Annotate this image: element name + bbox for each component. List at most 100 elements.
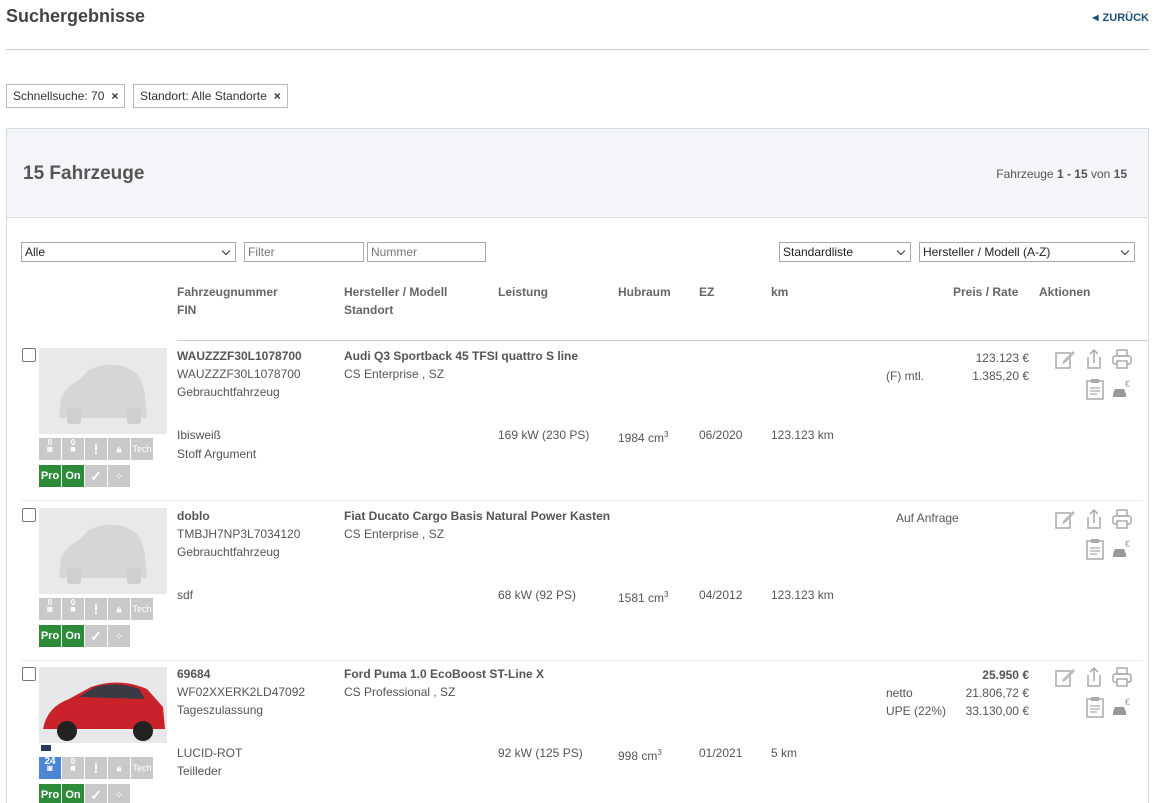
displacement-value: 1581 cm (618, 591, 665, 605)
results-count: 15 Fahrzeuge (23, 163, 145, 184)
vehicle-number[interactable]: WAUZZZF30L1078700 (177, 347, 302, 365)
vehicle-placeholder-image[interactable] (39, 508, 167, 594)
pager-prefix: Fahrzeuge (996, 167, 1057, 181)
chip-label: Standort: Alle Standorte (140, 89, 267, 103)
displacement-value: 998 cm (618, 749, 658, 763)
pro-badge[interactable]: Pro (39, 784, 61, 803)
vehicle-status: Gebrauchtfahrzeug (177, 385, 280, 399)
clipboard-icon[interactable] (1084, 378, 1106, 400)
vehicle-row[interactable]: 0 ◙ 0 ■! 🔒︎ Tech Pro On ✓ ⁘ doblo TMBJH7NP3L7034… (7, 501, 1148, 661)
edit-icon[interactable] (1054, 348, 1076, 370)
lock-icon[interactable]: 🔒︎ (108, 598, 130, 620)
row-checkbox[interactable] (22, 667, 36, 681)
remove-chip-icon[interactable]: × (111, 89, 118, 103)
photo-count: 0 (47, 438, 53, 447)
row-checkbox[interactable] (22, 508, 36, 522)
video-icon[interactable]: 0 ■ (62, 438, 84, 460)
vehicle-displacement: 1984 cm3 (618, 426, 668, 447)
clipboard-icon[interactable] (1084, 538, 1106, 560)
clipboard-icon[interactable] (1084, 696, 1106, 718)
pager-total: 15 (1113, 167, 1127, 181)
car-price-icon[interactable]: € (1111, 538, 1133, 560)
video-icon[interactable]: 0 ■ (62, 757, 84, 779)
vehicle-number[interactable]: 69684 (177, 665, 210, 683)
col-header-fahrzeugnummer: Fahrzeugnummer FIN (177, 283, 278, 319)
vehicle-model[interactable]: Fiat Ducato Cargo Basis Natural Power Ka… (344, 507, 610, 525)
header-divider (6, 49, 1149, 50)
col-fin-label: FIN (177, 303, 197, 317)
pager-range: 1 - 15 (1056, 167, 1088, 181)
edit-icon[interactable] (1054, 666, 1076, 688)
svg-text:€: € (1125, 539, 1130, 549)
back-link[interactable]: ◀ ZURÜCK (1092, 12, 1149, 24)
col-standort-label: Standort (344, 303, 394, 317)
share-icon[interactable] (1083, 348, 1105, 370)
vehicle-model[interactable]: Audi Q3 Sportback 45 TFSI quattro S line (344, 347, 578, 365)
video-icon[interactable]: 0 ■ (62, 598, 84, 620)
vehicle-placeholder-image[interactable] (39, 348, 167, 434)
camera-icon[interactable]: 0 ◙ (39, 438, 61, 460)
online-badge[interactable]: On (62, 625, 84, 647)
tech-icon[interactable]: Tech (131, 438, 153, 460)
vehicle-fin: WAUZZZF30L1078700 (177, 367, 301, 381)
camera-icon[interactable]: 0 ◙ (39, 598, 61, 620)
vehicle-model[interactable]: Ford Puma 1.0 EcoBoost ST-Line X (344, 665, 544, 683)
col-header-hersteller: Hersteller / Modell Standort (344, 283, 447, 319)
vehicle-fin: WF02XXERK2LD47092 (177, 685, 306, 699)
filter-type-select[interactable]: Alle (21, 242, 236, 262)
chevron-left-icon: ◀ (1092, 13, 1099, 22)
displacement-unit-exp: 3 (657, 748, 662, 757)
car-price-icon[interactable]: € (1111, 696, 1133, 718)
vehicle-photo[interactable] (39, 667, 167, 753)
filter-input[interactable] (244, 242, 364, 262)
row-checkbox[interactable] (22, 348, 36, 362)
vehicle-row[interactable]: 24 ◙ 0 ■! 🔒︎ Tech Pro On ✓ ⁘ 69684 WF02XXERK2LD4… (7, 660, 1148, 803)
lock-icon[interactable]: 🔒︎ (108, 438, 130, 460)
vehicle-row[interactable]: 0 ◙ 0 ■! 🔒︎ Tech Pro On ✓ ⁘ WAUZZZF30L1078700 WA… (7, 341, 1148, 501)
lock-icon[interactable]: 🔒︎ (108, 757, 130, 779)
vehicle-mileage: 123.123 km (771, 428, 834, 442)
tech-icon[interactable]: Tech (131, 598, 153, 620)
check-icon[interactable]: ✓ (85, 625, 107, 647)
displacement-unit-exp: 3 (664, 590, 669, 599)
vehicle-status: Gebrauchtfahrzeug (177, 545, 280, 559)
vehicle-power: 169 kW (230 PS) (498, 428, 590, 442)
photo-count: 24 (44, 756, 56, 767)
check-icon[interactable]: ✓ (85, 784, 107, 803)
check-icon[interactable]: ✓ (85, 465, 107, 487)
alert-icon[interactable]: ! (85, 438, 107, 460)
vehicle-mileage: 123.123 km (771, 588, 834, 602)
list-view-select[interactable]: Standardliste (779, 242, 911, 262)
filter-chip-standort: Standort: Alle Standorte × (133, 84, 288, 108)
car-price-icon[interactable]: € (1111, 378, 1133, 400)
vehicle-number[interactable]: doblo (177, 507, 210, 525)
options-icon[interactable]: ⁘ (108, 465, 130, 487)
print-icon[interactable] (1111, 508, 1133, 530)
price-main: 25.950 € (982, 668, 1029, 682)
remove-chip-icon[interactable]: × (274, 89, 281, 103)
back-link-label: ZURÜCK (1102, 12, 1149, 24)
print-icon[interactable] (1111, 348, 1133, 370)
pro-badge[interactable]: Pro (39, 625, 61, 647)
camera-icon[interactable]: 24 ◙ (39, 756, 61, 779)
options-icon[interactable]: ⁘ (108, 625, 130, 647)
nummer-input[interactable] (367, 242, 486, 262)
edit-icon[interactable] (1054, 508, 1076, 530)
chip-label: Schnellsuche: 70 (13, 89, 105, 103)
sort-select[interactable]: Hersteller / Modell (A-Z) (919, 242, 1135, 262)
share-icon[interactable] (1083, 666, 1105, 688)
alert-icon[interactable]: ! (85, 598, 107, 620)
filter-chip-schnellsuche: Schnellsuche: 70 × (6, 84, 126, 108)
pro-badge[interactable]: Pro (39, 465, 61, 487)
print-icon[interactable] (1111, 666, 1133, 688)
vehicle-upholstery: Stoff Argument (177, 447, 257, 461)
share-icon[interactable] (1083, 508, 1105, 530)
online-badge[interactable]: On (62, 784, 84, 803)
vehicle-power: 68 kW (92 PS) (498, 588, 577, 602)
options-icon[interactable]: ⁘ (108, 784, 130, 803)
col-fahrzeugnummer-label: Fahrzeugnummer (177, 285, 278, 299)
online-badge[interactable]: On (62, 465, 84, 487)
tech-icon[interactable]: Tech (131, 757, 153, 779)
vehicle-status: Tageszulassung (177, 703, 264, 717)
alert-icon[interactable]: ! (85, 757, 107, 779)
